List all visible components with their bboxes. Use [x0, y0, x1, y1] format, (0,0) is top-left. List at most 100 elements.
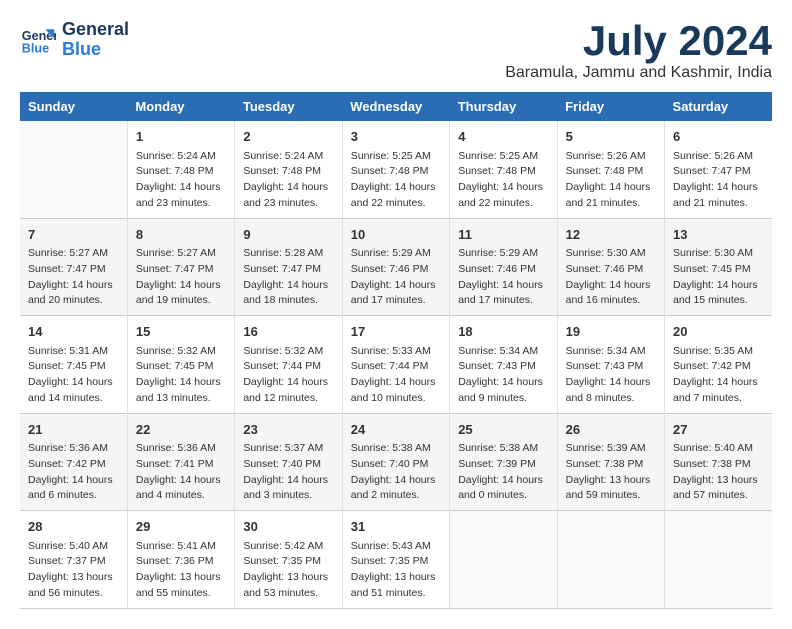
- calendar-cell: 24Sunrise: 5:38 AMSunset: 7:40 PMDayligh…: [342, 413, 449, 511]
- title-section: July 2024 Baramula, Jammu and Kashmir, I…: [505, 20, 772, 82]
- cell-info: Daylight: 14 hours: [351, 278, 441, 294]
- cell-info: Sunset: 7:45 PM: [673, 262, 764, 278]
- cell-info: and 9 minutes.: [458, 391, 548, 407]
- cell-info: Sunset: 7:38 PM: [673, 457, 764, 473]
- cell-info: Sunrise: 5:27 AM: [136, 246, 226, 262]
- cell-info: Sunset: 7:44 PM: [243, 359, 333, 375]
- calendar-cell: 12Sunrise: 5:30 AMSunset: 7:46 PMDayligh…: [557, 218, 664, 316]
- cell-info: Sunset: 7:48 PM: [458, 164, 548, 180]
- cell-info: and 4 minutes.: [136, 488, 226, 504]
- cell-info: Sunrise: 5:30 AM: [673, 246, 764, 262]
- cell-info: and 8 minutes.: [566, 391, 656, 407]
- cell-info: Sunrise: 5:38 AM: [458, 441, 548, 457]
- cell-info: and 22 minutes.: [458, 196, 548, 212]
- cell-info: and 19 minutes.: [136, 293, 226, 309]
- cell-info: Sunrise: 5:40 AM: [673, 441, 764, 457]
- cell-info: and 12 minutes.: [243, 391, 333, 407]
- cell-info: and 3 minutes.: [243, 488, 333, 504]
- cell-info: Daylight: 14 hours: [351, 473, 441, 489]
- calendar-cell: 19Sunrise: 5:34 AMSunset: 7:43 PMDayligh…: [557, 316, 664, 414]
- calendar-cell: 5Sunrise: 5:26 AMSunset: 7:48 PMDaylight…: [557, 121, 664, 218]
- cell-info: Daylight: 14 hours: [243, 375, 333, 391]
- day-number: 29: [136, 517, 226, 537]
- cell-info: and 21 minutes.: [566, 196, 656, 212]
- day-number: 2: [243, 127, 333, 147]
- cell-info: Daylight: 14 hours: [243, 180, 333, 196]
- day-number: 18: [458, 322, 548, 342]
- cell-info: Sunrise: 5:32 AM: [243, 344, 333, 360]
- calendar-cell: 23Sunrise: 5:37 AMSunset: 7:40 PMDayligh…: [235, 413, 342, 511]
- cell-info: Daylight: 14 hours: [673, 375, 764, 391]
- cell-info: Sunset: 7:38 PM: [566, 457, 656, 473]
- cell-info: Sunset: 7:40 PM: [351, 457, 441, 473]
- cell-info: Sunrise: 5:24 AM: [136, 149, 226, 165]
- cell-info: Sunrise: 5:26 AM: [673, 149, 764, 165]
- logo-icon: General Blue: [20, 22, 56, 58]
- cell-info: Sunrise: 5:34 AM: [458, 344, 548, 360]
- cell-info: and 55 minutes.: [136, 586, 226, 602]
- cell-info: Daylight: 14 hours: [243, 473, 333, 489]
- cell-info: Sunset: 7:42 PM: [673, 359, 764, 375]
- day-number: 5: [566, 127, 656, 147]
- cell-info: Sunrise: 5:24 AM: [243, 149, 333, 165]
- calendar-cell: 17Sunrise: 5:33 AMSunset: 7:44 PMDayligh…: [342, 316, 449, 414]
- cell-info: Sunrise: 5:25 AM: [351, 149, 441, 165]
- month-title: July 2024: [505, 20, 772, 62]
- day-number: 10: [351, 225, 441, 245]
- cell-info: and 13 minutes.: [136, 391, 226, 407]
- cell-info: Sunrise: 5:31 AM: [28, 344, 119, 360]
- day-number: 22: [136, 420, 226, 440]
- calendar-cell: [665, 511, 772, 609]
- cell-info: Sunrise: 5:29 AM: [458, 246, 548, 262]
- cell-info: Sunset: 7:48 PM: [136, 164, 226, 180]
- cell-info: Daylight: 14 hours: [28, 278, 119, 294]
- cell-info: Daylight: 14 hours: [566, 278, 656, 294]
- day-number: 19: [566, 322, 656, 342]
- cell-info: Sunrise: 5:40 AM: [28, 539, 119, 555]
- calendar-cell: 1Sunrise: 5:24 AMSunset: 7:48 PMDaylight…: [127, 121, 234, 218]
- cell-info: Daylight: 14 hours: [458, 180, 548, 196]
- cell-info: Sunset: 7:43 PM: [458, 359, 548, 375]
- calendar-week-row: 1Sunrise: 5:24 AMSunset: 7:48 PMDaylight…: [20, 121, 772, 218]
- calendar-cell: 26Sunrise: 5:39 AMSunset: 7:38 PMDayligh…: [557, 413, 664, 511]
- calendar-cell: 20 Sunrise: 5:35 AMSunset: 7:42 PMDayligh…: [665, 316, 772, 414]
- weekday-header-sunday: Sunday: [20, 92, 127, 121]
- cell-info: and 14 minutes.: [28, 391, 119, 407]
- calendar-cell: 16Sunrise: 5:32 AMSunset: 7:44 PMDayligh…: [235, 316, 342, 414]
- day-number: 4: [458, 127, 548, 147]
- cell-info: Sunset: 7:48 PM: [351, 164, 441, 180]
- day-number: 9: [243, 225, 333, 245]
- cell-info: and 2 minutes.: [351, 488, 441, 504]
- cell-info: Sunset: 7:39 PM: [458, 457, 548, 473]
- calendar-cell: 14Sunrise: 5:31 AMSunset: 7:45 PMDayligh…: [20, 316, 127, 414]
- cell-info: Sunrise: 5:35 AM: [673, 344, 764, 360]
- day-number: 21: [28, 420, 119, 440]
- day-number: 8: [136, 225, 226, 245]
- day-number: 11: [458, 225, 548, 245]
- weekday-header-row: SundayMondayTuesdayWednesdayThursdayFrid…: [20, 92, 772, 121]
- calendar-cell: [450, 511, 557, 609]
- cell-info: and 17 minutes.: [351, 293, 441, 309]
- cell-info: Sunset: 7:45 PM: [136, 359, 226, 375]
- cell-info: Daylight: 13 hours: [136, 570, 226, 586]
- day-number: 28: [28, 517, 119, 537]
- weekday-header-thursday: Thursday: [450, 92, 557, 121]
- cell-info: Sunrise: 5:38 AM: [351, 441, 441, 457]
- day-number: 23: [243, 420, 333, 440]
- day-number: 3: [351, 127, 441, 147]
- cell-info: and 53 minutes.: [243, 586, 333, 602]
- day-number: 20: [673, 322, 764, 342]
- day-number: 1: [136, 127, 226, 147]
- cell-info: Sunset: 7:41 PM: [136, 457, 226, 473]
- day-number: 6: [673, 127, 764, 147]
- cell-info: Sunset: 7:43 PM: [566, 359, 656, 375]
- calendar-cell: 3Sunrise: 5:25 AMSunset: 7:48 PMDaylight…: [342, 121, 449, 218]
- calendar-cell: [20, 121, 127, 218]
- day-number: 7: [28, 225, 119, 245]
- cell-info: Sunrise: 5:27 AM: [28, 246, 119, 262]
- cell-info: Sunset: 7:47 PM: [136, 262, 226, 278]
- cell-info: Daylight: 14 hours: [566, 180, 656, 196]
- cell-info: and 56 minutes.: [28, 586, 119, 602]
- weekday-header-saturday: Saturday: [665, 92, 772, 121]
- cell-info: Sunrise: 5:32 AM: [136, 344, 226, 360]
